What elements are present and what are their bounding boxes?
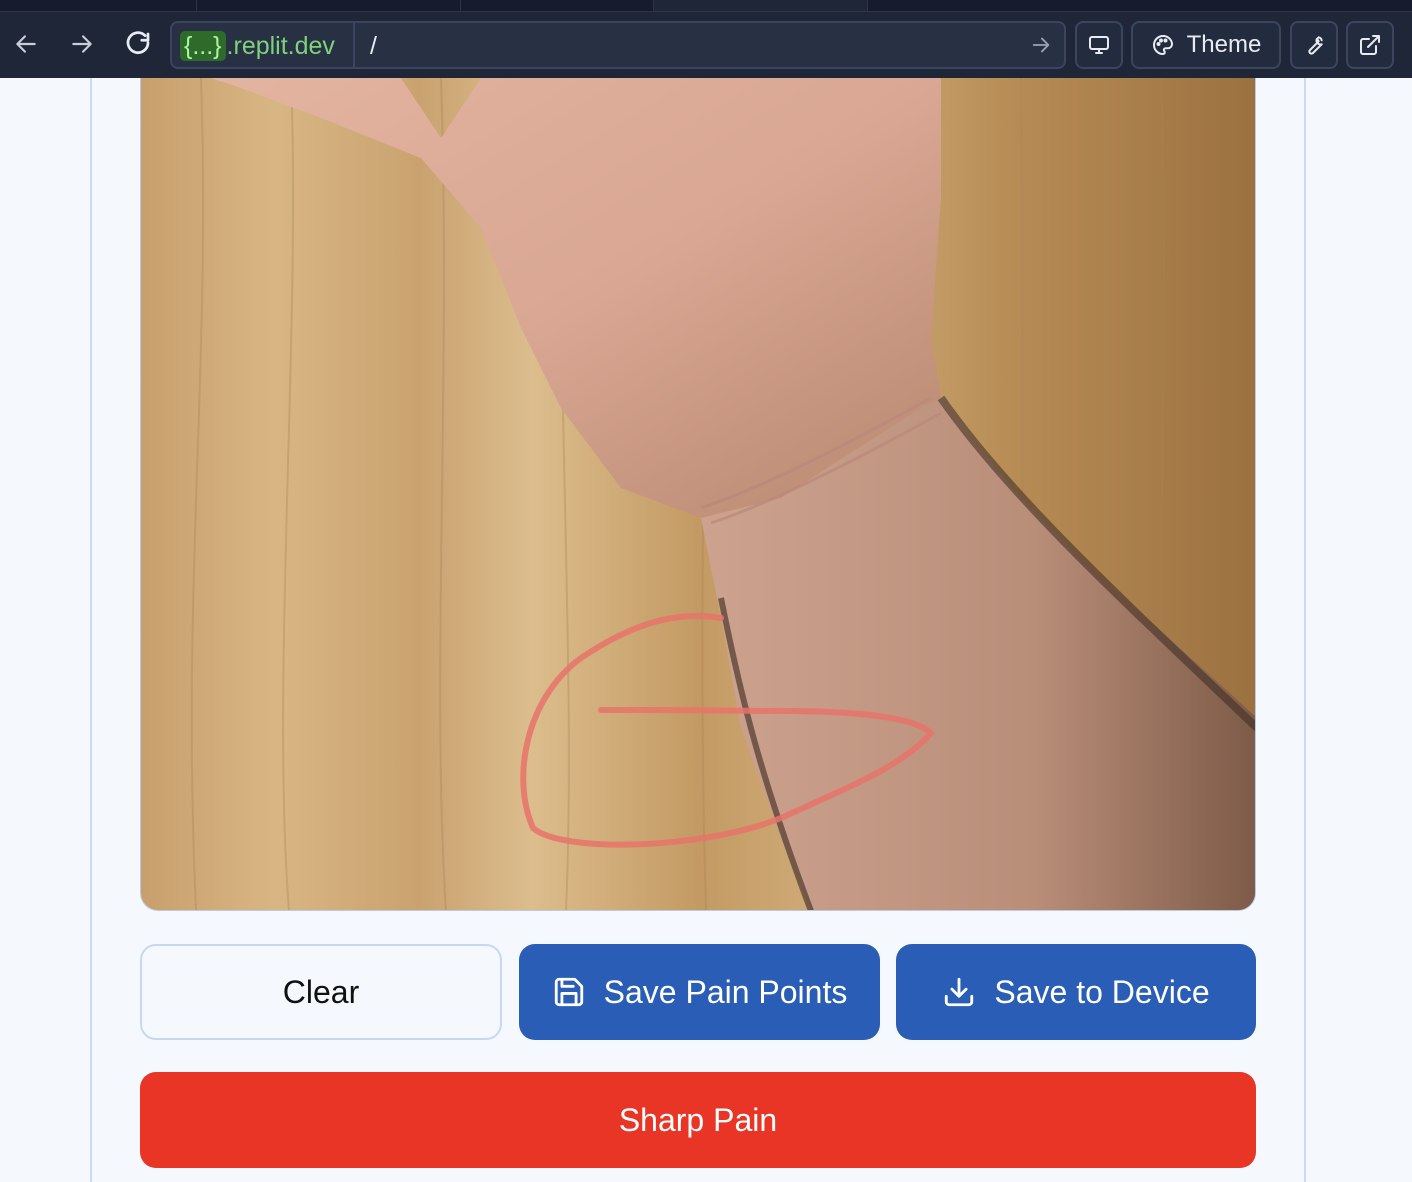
- save-pain-points-button[interactable]: Save Pain Points: [519, 944, 880, 1040]
- floppy-disk-icon: [552, 975, 586, 1009]
- url-divider: [353, 23, 355, 67]
- palette-icon: [1152, 35, 1173, 55]
- monitor-icon: [1089, 36, 1109, 54]
- url-path: /: [370, 32, 377, 60]
- clear-label: Clear: [282, 973, 360, 1010]
- forward-button[interactable]: [64, 26, 100, 62]
- save-to-device-label: Save to Device: [994, 973, 1210, 1010]
- browser-tab-active[interactable]: [654, 0, 868, 11]
- browser-tab[interactable]: [0, 0, 197, 11]
- url-bar[interactable]: {...} .replit.dev /: [170, 21, 1066, 69]
- forward-arrow-icon: [72, 35, 92, 53]
- forearm-photo: [141, 78, 1255, 910]
- browser-toolbar: {...} .replit.dev / Theme: [0, 11, 1412, 78]
- reload-button[interactable]: [120, 26, 156, 62]
- external-link-icon: [1360, 35, 1380, 55]
- browser-tab[interactable]: [461, 0, 654, 11]
- wrench-icon: [1308, 36, 1323, 55]
- back-arrow-icon: [16, 35, 36, 53]
- open-new-tab-button[interactable]: [1346, 21, 1394, 69]
- download-icon: [942, 975, 976, 1009]
- sharp-pain-label: Sharp Pain: [618, 1101, 778, 1138]
- back-button[interactable]: [8, 26, 44, 62]
- url-host: {...} .replit.dev: [180, 31, 335, 61]
- browser-tab-strip: [0, 0, 1412, 11]
- tools-button[interactable]: [1290, 21, 1338, 69]
- annotation-canvas[interactable]: [140, 78, 1256, 911]
- theme-label: Theme: [1186, 31, 1262, 58]
- sharp-pain-button[interactable]: Sharp Pain: [140, 1072, 1256, 1168]
- url-chip: {...}: [180, 31, 226, 61]
- browser-tab[interactable]: [197, 0, 461, 11]
- clear-button[interactable]: Clear: [140, 944, 502, 1040]
- save-to-device-button[interactable]: Save to Device: [896, 944, 1256, 1040]
- reload-icon: [126, 31, 150, 55]
- theme-button[interactable]: Theme: [1131, 21, 1281, 69]
- url-host-text: .replit.dev: [226, 31, 335, 60]
- go-arrow-icon[interactable]: [1030, 34, 1052, 56]
- devtools-preview-button[interactable]: [1075, 21, 1123, 69]
- save-pain-points-label: Save Pain Points: [603, 973, 848, 1010]
